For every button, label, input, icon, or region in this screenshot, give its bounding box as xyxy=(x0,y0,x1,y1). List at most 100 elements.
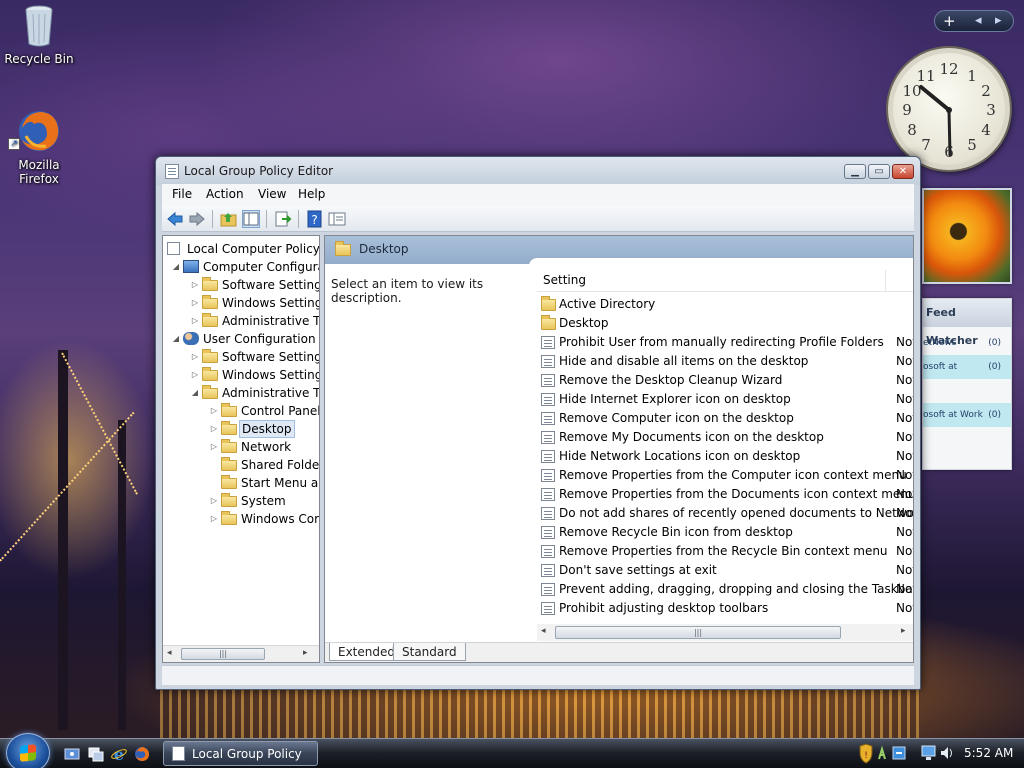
slideshow-gadget[interactable] xyxy=(922,188,1012,284)
scroll-right-icon[interactable]: ▸ xyxy=(901,626,906,636)
taskbar-clock[interactable]: 5:52 AM xyxy=(964,746,1013,760)
tree-item[interactable]: ▷ Software Settings xyxy=(163,276,319,294)
tree-horizontal-scrollbar[interactable]: ◂ ||| ▸ xyxy=(163,645,319,662)
policy-setting-row[interactable]: Remove Properties from the Documents ico… xyxy=(537,485,913,504)
feed-row[interactable] xyxy=(923,379,1011,403)
policy-setting-row[interactable]: Prohibit User from manually redirecting … xyxy=(537,333,913,352)
tree-expander-icon[interactable]: ▷ xyxy=(190,276,200,294)
tree-expander-icon[interactable]: ▷ xyxy=(209,492,219,510)
firefox-icon[interactable] xyxy=(134,746,150,762)
scroll-left-icon[interactable]: ◂ xyxy=(541,626,546,636)
feed-row[interactable]: osoft at Work (0) xyxy=(923,403,1011,427)
tree-expander-icon[interactable]: ◢ xyxy=(171,330,181,348)
taskbar-button-group-policy[interactable]: Local Group Policy ... xyxy=(163,741,318,768)
tree-item[interactable]: ◢ User Configuration xyxy=(163,330,319,348)
tree-expander-icon[interactable]: ▷ xyxy=(190,312,200,330)
column-divider[interactable] xyxy=(885,270,886,292)
policy-setting-row[interactable]: Hide and disable all items on the deskto… xyxy=(537,352,913,371)
menu-view[interactable]: View xyxy=(258,187,286,201)
settings-list[interactable]: Setting Active Directory Desktop Prohibit … xyxy=(537,264,913,642)
start-button[interactable] xyxy=(6,733,50,768)
feed-row[interactable]: osoft at (0) xyxy=(923,355,1011,379)
menu-file[interactable]: File xyxy=(172,187,192,201)
policy-setting-row[interactable]: Hide Internet Explorer icon on desktop No… xyxy=(537,390,913,409)
policy-setting-row[interactable]: Do not add shares of recently opened doc… xyxy=(537,504,913,523)
scroll-thumb[interactable]: ||| xyxy=(181,648,265,660)
navigation-tree[interactable]: Local Computer Policy ◢ Computer Configura… xyxy=(162,235,320,663)
tree-expander-icon[interactable]: ▷ xyxy=(209,510,219,528)
title-bar[interactable]: Local Group Policy Editor ▁ ▭ ✕ xyxy=(156,157,920,185)
tree-expander-icon[interactable]: ▷ xyxy=(190,294,200,312)
export-list-icon[interactable] xyxy=(274,210,292,228)
properties-icon[interactable] xyxy=(328,210,346,228)
tree-item-label: Windows Cor xyxy=(241,512,320,526)
policy-setting-row[interactable]: Remove the Desktop Cleanup Wizard Not xyxy=(537,371,913,390)
scroll-left-icon[interactable]: ◂ xyxy=(167,648,172,658)
feed-watcher-gadget[interactable]: Feed Watcher etNews (0) osoft at (0) oso… xyxy=(922,298,1012,470)
tree-item[interactable]: ▷ Desktop xyxy=(163,420,319,438)
tree-item[interactable]: ▷ Windows Setting xyxy=(163,294,319,312)
policy-setting-row[interactable]: Hide Network Locations icon on desktop No… xyxy=(537,447,913,466)
work-area: Local Computer Policy ◢ Computer Configura… xyxy=(162,235,914,663)
tree-item[interactable]: ▷ Network xyxy=(163,438,319,456)
policy-setting-row[interactable]: Remove Properties from the Recycle Bin c… xyxy=(537,542,913,561)
tab-standard[interactable]: Standard xyxy=(393,643,466,661)
tree-item[interactable]: ◢ Computer Configura xyxy=(163,258,319,276)
tree-item[interactable]: Shared Folder xyxy=(163,456,319,474)
tree-expander-icon[interactable]: ◢ xyxy=(190,384,200,402)
policy-setting-icon xyxy=(541,355,555,368)
tree-item[interactable]: ▷ Windows Cor xyxy=(163,510,319,528)
policy-setting-row[interactable]: Remove Properties from the Computer icon… xyxy=(537,466,913,485)
tree-expander-icon[interactable]: ▷ xyxy=(190,348,200,366)
settings-folder-row[interactable]: Desktop xyxy=(537,314,913,333)
policy-editor-icon xyxy=(172,746,185,761)
show-desktop-icon[interactable] xyxy=(64,746,80,762)
tree-item[interactable]: ▷ Windows Setting xyxy=(163,366,319,384)
close-button[interactable]: ✕ xyxy=(892,164,914,179)
add-gadget-icon[interactable]: + xyxy=(943,12,956,30)
policy-setting-icon xyxy=(541,564,555,577)
tree-expander-icon[interactable]: ◢ xyxy=(171,258,181,276)
policy-setting-row[interactable]: Prevent adding, dragging, dropping and c… xyxy=(537,580,913,599)
back-icon[interactable] xyxy=(166,210,184,228)
maximize-button[interactable]: ▭ xyxy=(868,164,890,179)
forward-icon[interactable] xyxy=(188,210,206,228)
menu-help[interactable]: Help xyxy=(298,187,325,201)
switch-windows-icon[interactable] xyxy=(88,746,104,762)
policy-setting-row[interactable]: Remove My Documents icon on the desktop N… xyxy=(537,428,913,447)
next-page-icon[interactable]: ▸ xyxy=(995,13,1002,28)
previous-page-icon[interactable]: ◂ xyxy=(975,13,982,28)
settings-horizontal-scrollbar[interactable]: ◂ ||| ▸ xyxy=(537,624,913,641)
tree-expander-icon[interactable]: ▷ xyxy=(190,366,200,384)
feed-row[interactable]: etNews (0) xyxy=(923,331,1011,355)
scroll-right-icon[interactable]: ▸ xyxy=(303,648,308,658)
show-hide-tree-icon[interactable] xyxy=(242,210,260,228)
tree-expander-icon[interactable]: ▷ xyxy=(209,420,219,438)
column-header-setting[interactable]: Setting xyxy=(543,273,586,287)
tree-item[interactable]: ▷ Control Panel xyxy=(163,402,319,420)
folder-icon xyxy=(221,457,237,471)
policy-setting-row[interactable]: Don't save settings at exit Not xyxy=(537,561,913,580)
tree-item[interactable]: Start Menu ar xyxy=(163,474,319,492)
policy-setting-row[interactable]: Prohibit adjusting desktop toolbars Not xyxy=(537,599,913,618)
tree-expander-icon[interactable]: ▷ xyxy=(209,402,219,420)
scroll-thumb[interactable]: ||| xyxy=(555,626,841,639)
settings-folder-row[interactable]: Active Directory xyxy=(537,295,913,314)
tree-item[interactable]: ◢ Administrative Te xyxy=(163,384,319,402)
firefox-shortcut[interactable]: ↗ Mozilla Firefox xyxy=(1,108,77,186)
policy-setting-row[interactable]: Remove Recycle Bin icon from desktop Not xyxy=(537,523,913,542)
menu-action[interactable]: Action xyxy=(206,187,244,201)
minimize-button[interactable]: ▁ xyxy=(844,164,866,179)
tree-item[interactable]: Local Computer Policy xyxy=(163,240,319,258)
tree-item[interactable]: ▷ Administrative Te xyxy=(163,312,319,330)
monitor-tray-icon xyxy=(921,745,936,760)
internet-explorer-icon[interactable]: e xyxy=(111,745,127,764)
recycle-bin-shortcut[interactable]: Recycle Bin xyxy=(1,4,77,66)
help-icon[interactable]: ? xyxy=(306,210,324,228)
up-folder-icon[interactable] xyxy=(220,210,238,228)
tree-expander-icon[interactable]: ▷ xyxy=(209,438,219,456)
tree-item[interactable]: ▷ Software Settings xyxy=(163,348,319,366)
tree-item[interactable]: ▷ System xyxy=(163,492,319,510)
policy-setting-icon xyxy=(541,450,555,463)
policy-setting-row[interactable]: Remove Computer icon on the desktop Not xyxy=(537,409,913,428)
